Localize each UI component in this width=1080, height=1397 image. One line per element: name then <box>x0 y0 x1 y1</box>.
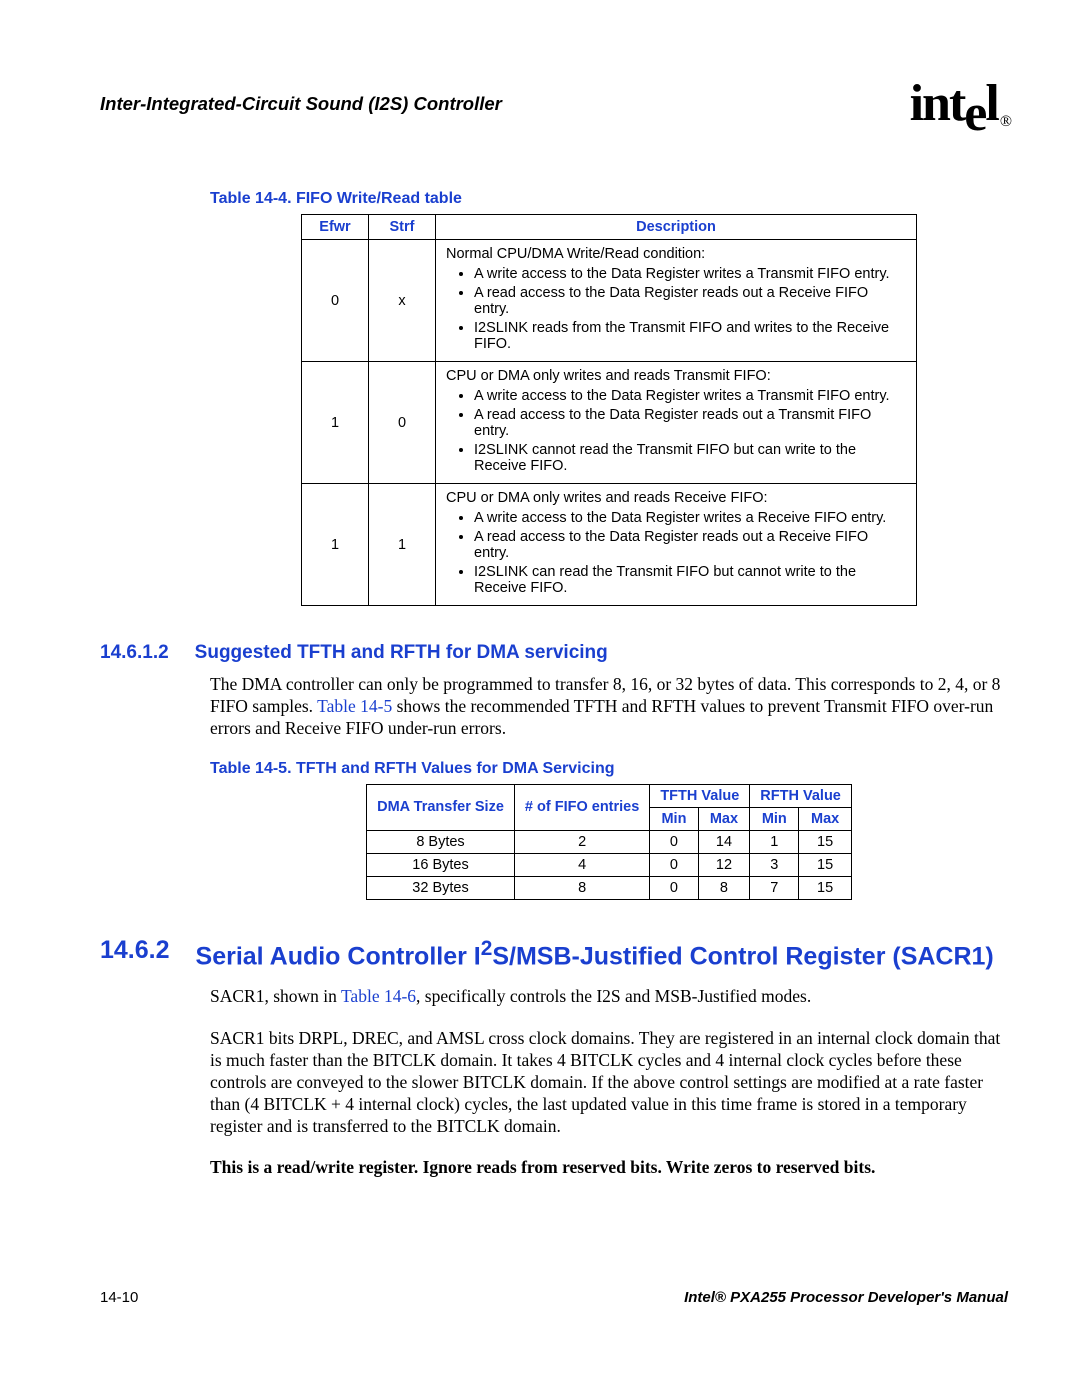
col-efwr: Efwr <box>302 215 369 240</box>
table-row: 1 0 CPU or DMA only writes and reads Tra… <box>302 362 917 484</box>
col-rfth: RFTH Value <box>750 784 852 807</box>
paragraph: The DMA controller can only be programme… <box>210 674 1008 740</box>
table-14-6-link[interactable]: Table 14-6 <box>341 986 416 1006</box>
table-row: 0 x Normal CPU/DMA Write/Read condition:… <box>302 240 917 362</box>
table-row: 32 Bytes 8 0 8 7 15 <box>367 876 852 899</box>
chapter-title: Inter-Integrated-Circuit Sound (I2S) Con… <box>100 93 502 115</box>
table-row: 1 1 CPU or DMA only writes and reads Rec… <box>302 484 917 606</box>
heading-14-6-2: 14.6.2 Serial Audio Controller I2S/MSB-J… <box>100 936 1008 973</box>
note-bold: This is a read/write register. Ignore re… <box>210 1157 1008 1179</box>
col-dma-size: DMA Transfer Size <box>367 784 515 830</box>
table-14-5: DMA Transfer Size # of FIFO entries TFTH… <box>366 784 852 900</box>
table-14-5-caption: Table 14-5. TFTH and RFTH Values for DMA… <box>210 760 1008 778</box>
table-14-4-caption: Table 14-4. FIFO Write/Read table <box>210 190 1008 208</box>
content-body: Table 14-4. FIFO Write/Read table Efwr S… <box>210 190 1008 606</box>
page-footer: 14-10 Intel® PXA255 Processor Developer'… <box>100 1289 1008 1306</box>
table-14-5-link[interactable]: Table 14-5 <box>317 696 392 716</box>
intel-logo: intel® <box>910 78 1008 130</box>
table-14-4: Efwr Strf Description 0 x Normal CPU/DMA… <box>301 214 917 606</box>
page-number: 14-10 <box>100 1289 138 1306</box>
col-description: Description <box>436 215 917 240</box>
col-fifo-entries: # of FIFO entries <box>514 784 649 830</box>
table-row: 8 Bytes 2 0 14 1 15 <box>367 830 852 853</box>
registered-icon: ® <box>1000 113 1010 130</box>
page: Inter-Integrated-Circuit Sound (I2S) Con… <box>0 0 1080 1366</box>
paragraph: SACR1 bits DRPL, DREC, and AMSL cross cl… <box>210 1028 1008 1137</box>
heading-14-6-1-2: 14.6.1.2 Suggested TFTH and RFTH for DMA… <box>100 642 1008 664</box>
col-strf: Strf <box>369 215 436 240</box>
table-row: 16 Bytes 4 0 12 3 15 <box>367 853 852 876</box>
col-tfth: TFTH Value <box>650 784 750 807</box>
page-header: Inter-Integrated-Circuit Sound (I2S) Con… <box>100 78 1008 130</box>
paragraph: SACR1, shown in Table 14-6, specifically… <box>210 986 1008 1008</box>
manual-title: Intel® PXA255 Processor Developer's Manu… <box>684 1289 1008 1306</box>
